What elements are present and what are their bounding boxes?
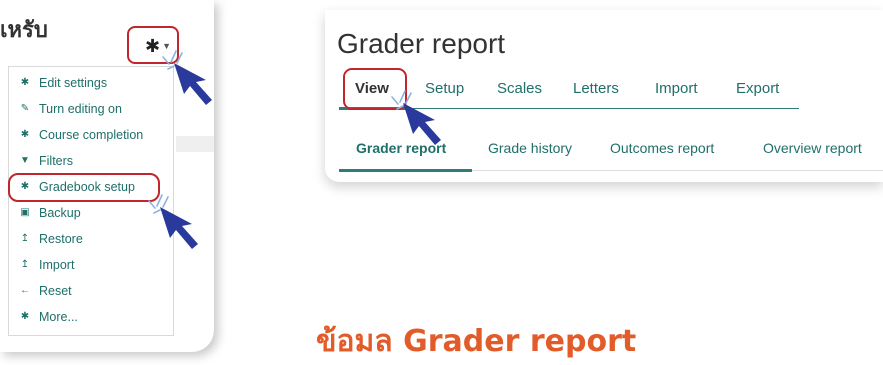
view-tab-highlight-annotation (343, 68, 407, 110)
active-subtab-indicator (339, 169, 472, 172)
menu-item-reset[interactable]: ← Reset (19, 281, 72, 301)
menu-item-backup[interactable]: ▣ Backup (19, 203, 81, 223)
course-admin-panel: เหรับ ✱ ▼ ✱ Edit settings ✎ Turn editing… (0, 0, 214, 352)
subtab-grader-report[interactable]: Grader report (356, 140, 446, 156)
save-icon: ▣ (20, 207, 30, 218)
menu-item-label: Turn editing on (39, 102, 122, 116)
gear-highlight-annotation (127, 26, 179, 64)
grader-report-panel: Grader report View Setup Scales Letters … (325, 10, 883, 182)
filter-icon: ▼ (20, 155, 30, 166)
arrow-left-icon: ← (20, 285, 30, 296)
menu-item-label: Reset (39, 284, 72, 298)
menu-item-label: Course completion (39, 128, 144, 142)
menu-item-restore[interactable]: ↥ Restore (19, 229, 83, 249)
tab-letters[interactable]: Letters (573, 80, 619, 97)
menu-item-course-completion[interactable]: ✱ Course completion (19, 125, 143, 145)
upload-icon: ↥ (20, 259, 30, 270)
gradebook-setup-highlight-annotation (8, 173, 160, 202)
menu-item-edit-settings[interactable]: ✱ Edit settings (19, 73, 107, 93)
tab-export[interactable]: Export (736, 80, 779, 97)
subtab-grade-history[interactable]: Grade history (488, 140, 572, 156)
menu-item-label: Backup (39, 206, 81, 220)
subtab-overview-report[interactable]: Overview report (763, 140, 862, 156)
menu-item-label: Edit settings (39, 76, 108, 90)
menu-strip (176, 136, 214, 152)
gear-icon: ✱ (20, 77, 30, 88)
tab-scales[interactable]: Scales (497, 80, 542, 97)
menu-item-more[interactable]: ✱ More... (19, 307, 78, 327)
upload-icon: ↥ (20, 233, 30, 244)
page-title: Grader report (337, 28, 506, 59)
menu-item-label: More... (39, 310, 78, 324)
pencil-icon: ✎ (20, 103, 30, 114)
menu-item-turn-editing-on[interactable]: ✎ Turn editing on (19, 99, 122, 119)
menu-item-import[interactable]: ↥ Import (19, 255, 75, 275)
tab-import[interactable]: Import (655, 80, 698, 97)
menu-item-label: Restore (39, 232, 83, 246)
caption: ข้อมล Grader report (316, 324, 637, 359)
subtab-outcomes-report[interactable]: Outcomes report (610, 140, 714, 156)
menu-item-label: Filters (39, 154, 74, 168)
panel-title: เหรับ (0, 18, 48, 43)
gear-icon: ✱ (20, 311, 30, 322)
tab-setup[interactable]: Setup (425, 80, 464, 97)
gear-icon: ✱ (20, 129, 30, 140)
menu-item-label: Import (39, 258, 75, 272)
menu-item-filters[interactable]: ▼ Filters (19, 151, 73, 171)
